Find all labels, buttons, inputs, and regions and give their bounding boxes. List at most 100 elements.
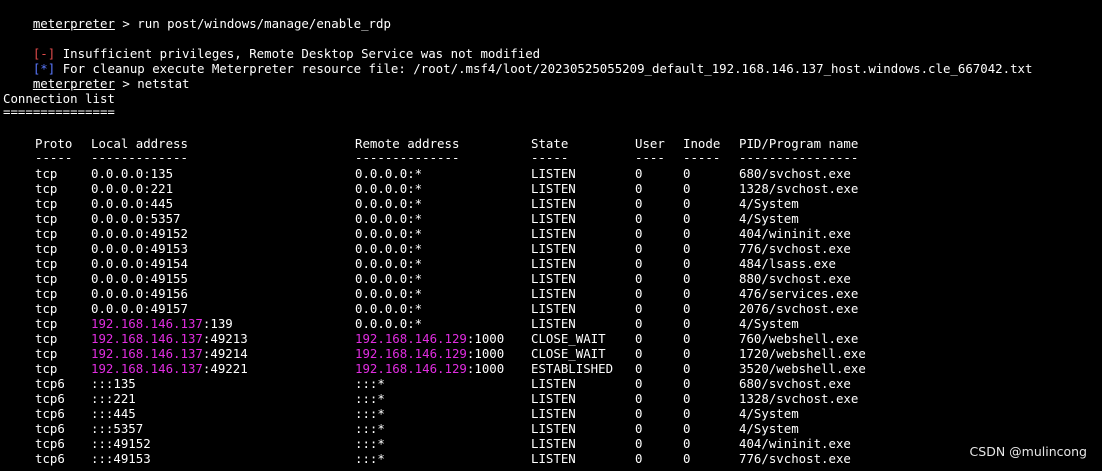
error-line: [-] Insufficient privileges, Remote Desk… [3,31,540,61]
remote-port: 0.0.0.0:* [355,316,423,331]
cell-state: LISTEN [531,376,576,391]
cell-remote-address: 0.0.0.0:* [355,226,422,241]
local-port: 0.0.0.0:49153 [91,241,188,256]
remote-port: :::* [355,436,385,451]
cell-proto: tcp6 [35,436,65,451]
remote-port: :1000 [466,331,505,346]
cell-inode: 0 [683,301,691,316]
remote-port: 0.0.0.0:* [355,301,423,316]
cell-remote-address: 0.0.0.0:* [355,301,422,316]
cell-user: 0 [635,361,643,376]
cell-inode: 0 [683,226,691,241]
remote-port: :::* [355,376,385,391]
cell-proto: tcp6 [35,406,65,421]
table-row: tcp 0.0.0.0:49152 0.0.0.0:* LISTEN 0 0 404/win… [0,226,1102,241]
cell-state: LISTEN [531,406,576,421]
remote-port: 0.0.0.0:* [355,226,423,241]
cell-user: 0 [635,331,643,346]
cell-pid-program: 776/svchost.exe [739,241,851,256]
info-line: [*] For cleanup execute Meterpreter reso… [3,46,1033,76]
cell-local-address: :::49153 [91,451,151,466]
cell-inode: 0 [683,451,691,466]
cell-local-address: 0.0.0.0:49152 [91,226,188,241]
cell-state: LISTEN [531,256,576,271]
separator-local: ------------- [91,150,188,165]
cell-inode: 0 [683,211,691,226]
cell-local-address: :::5357 [91,421,143,436]
cell-pid-program: 4/System [739,406,799,421]
local-port: :49213 [202,331,248,346]
cell-remote-address: 0.0.0.0:* [355,316,422,331]
header-proto: Proto [35,136,73,151]
cell-proto: tcp [35,211,58,226]
remote-ip: 192.168.146.129 [355,346,467,361]
command-text: run post/windows/manage/enable_rdp [137,16,391,31]
cell-remote-address: 192.168.146.129:1000 [355,361,504,376]
cell-remote-address: :::* [355,376,385,391]
local-port: :::49152 [91,436,151,451]
cell-user: 0 [635,181,643,196]
cell-inode: 0 [683,361,691,376]
cell-pid-program: 404/wininit.exe [739,436,851,451]
cell-proto: tcp [35,166,58,181]
local-port: 0.0.0.0:5357 [91,211,181,226]
remote-ip: 192.168.146.129 [355,331,467,346]
remote-port: 0.0.0.0:* [355,256,423,271]
cell-remote-address: 0.0.0.0:* [355,271,422,286]
local-ip: 192.168.146.137 [91,331,203,346]
table-row: tcp6:::221:::* LISTEN 0 0 1328/svchost.exe [0,391,1102,406]
cell-state: LISTEN [531,301,576,316]
local-port: :::135 [91,376,136,391]
cell-state: LISTEN [531,211,576,226]
cell-pid-program: 484/lsass.exe [739,256,836,271]
cell-inode: 0 [683,256,691,271]
cell-pid-program: 476/services.exe [739,286,859,301]
cell-state: CLOSE_WAIT [531,346,606,361]
cell-pid-program: 4/System [739,211,799,226]
cell-state: LISTEN [531,226,576,241]
cell-inode: 0 [683,436,691,451]
remote-port: :1000 [466,361,505,376]
cell-inode: 0 [683,196,691,211]
cell-pid-program: 680/svchost.exe [739,166,851,181]
cell-pid-program: 404/wininit.exe [739,226,851,241]
local-port: 0.0.0.0:445 [91,196,174,211]
local-port: :49214 [202,346,248,361]
cell-state: LISTEN [531,196,576,211]
cell-inode: 0 [683,421,691,436]
remote-port: 0.0.0.0:* [355,211,423,226]
table-row: tcp 0.0.0.0:49155 0.0.0.0:* LISTEN 0 0 880/svc… [0,271,1102,286]
cell-local-address: :::135 [91,376,136,391]
cell-state: LISTEN [531,166,576,181]
cell-user: 0 [635,241,643,256]
cell-proto: tcp [35,181,58,196]
cell-state: CLOSE_WAIT [531,331,606,346]
cell-user: 0 [635,196,643,211]
remote-port: 0.0.0.0:* [355,271,423,286]
cell-pid-program: 760/webshell.exe [739,331,859,346]
cell-state: LISTEN [531,241,576,256]
cell-local-address: 0.0.0.0:5357 [91,211,181,226]
remote-port: 0.0.0.0:* [355,241,423,256]
remote-port: :::* [355,406,385,421]
cell-user: 0 [635,376,643,391]
local-port: :::445 [91,406,136,421]
local-port: 0.0.0.0:135 [91,166,174,181]
remote-ip: 192.168.146.129 [355,361,467,376]
cell-proto: tcp [35,331,58,346]
prompt-label: meterpreter [32,16,115,31]
remote-port: 0.0.0.0:* [355,196,423,211]
cell-user: 0 [635,451,643,466]
cell-user: 0 [635,316,643,331]
cell-user: 0 [635,226,643,241]
cell-user: 0 [635,256,643,271]
separator-pid: ---------------- [739,150,859,165]
cell-proto: tcp6 [35,391,65,406]
cell-inode: 0 [683,286,691,301]
cell-proto: tcp [35,241,58,256]
header-pid-program: PID/Program name [739,136,859,151]
cell-proto: tcp [35,316,58,331]
table-row: tcp6:::5357:::* LISTEN 0 0 4/System [0,421,1102,436]
table-row: tcp 192.168.146.137:49214 192.168.146.129:… [0,346,1102,361]
cell-remote-address: 192.168.146.129:1000 [355,331,504,346]
